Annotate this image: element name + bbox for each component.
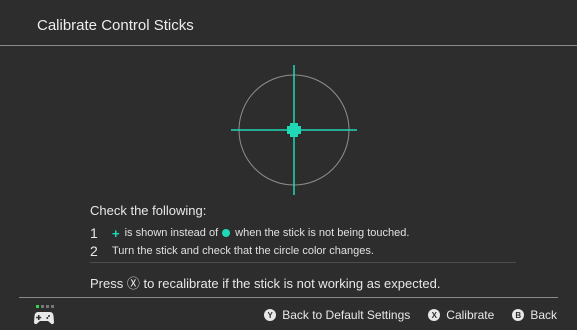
step-1-text-a: is shown instead of	[124, 227, 219, 239]
step-2-text: Turn the stick and check that the circle…	[112, 245, 374, 257]
y-button-icon: Y	[264, 309, 277, 321]
button-label: Back	[530, 308, 557, 322]
back-button[interactable]: B Back	[512, 308, 557, 322]
stick-calibration-display	[227, 63, 361, 197]
player-dot	[51, 305, 54, 308]
gamepad-icon	[34, 311, 54, 330]
footer-actions: Y Back to Default Settings X Calibrate B…	[264, 308, 557, 322]
recalibrate-hint: Press Ⓧ to recalibrate if the stick is n…	[90, 276, 441, 291]
stick-position-plus-icon-h	[287, 126, 301, 134]
calibrate-button[interactable]: X Calibrate	[428, 308, 494, 322]
back-to-default-settings-button[interactable]: Y Back to Default Settings	[264, 308, 410, 322]
x-button-icon: X	[428, 309, 441, 321]
instruction-step-2: 2 Turn the stick and check that the circ…	[90, 243, 374, 259]
page-title: Calibrate Control Sticks	[37, 17, 194, 34]
player-dot	[41, 305, 44, 308]
player-dot	[36, 305, 39, 308]
instruction-step-1: 1 + is shown instead of when the stick i…	[90, 225, 409, 241]
stick-position-graphic	[231, 65, 357, 195]
instructions-heading: Check the following:	[90, 203, 207, 218]
step-number: 2	[90, 243, 98, 259]
b-button-icon: B	[512, 309, 525, 321]
footer-divider	[19, 297, 558, 298]
plus-icon: +	[112, 225, 120, 241]
header-bar: Calibrate Control Sticks	[0, 0, 577, 46]
step-1-text-b: when the stick is not being touched.	[235, 227, 410, 239]
step-number: 1	[90, 225, 98, 241]
divider	[90, 262, 516, 263]
player-dot	[46, 305, 49, 308]
button-label: Calibrate	[446, 308, 495, 322]
dot-icon	[222, 229, 231, 237]
player-indicator-dots	[36, 305, 54, 308]
instructions-panel: Check the following: 1 + is shown instea…	[90, 203, 520, 291]
button-label: Back to Default Settings	[282, 308, 411, 322]
